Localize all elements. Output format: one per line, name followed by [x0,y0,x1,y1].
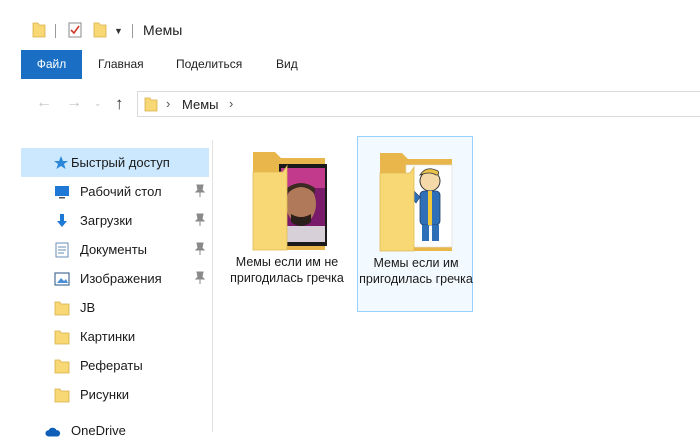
sidebar-item-label: Быстрый доступ [71,155,170,170]
up-arrow-icon[interactable]: ↑ [115,94,124,114]
tab-file[interactable]: Файл [21,50,82,79]
folder-icon[interactable] [32,22,46,38]
sidebar-item-quick-access[interactable]: Быстрый доступ [21,148,209,177]
tab-view[interactable]: Вид [276,50,298,79]
folder-tile[interactable]: Мемы если им пригодилась гречка [357,136,473,312]
sidebar-item-documents[interactable]: Документы [21,235,209,264]
forward-arrow-icon[interactable]: → [66,94,82,112]
tab-share[interactable]: Поделиться [176,50,242,79]
sidebar-item-jb[interactable]: JB [21,293,209,322]
sidebar-item-label: Рефераты [80,358,143,373]
folder-name: Мемы если им не пригодилась гречка [230,255,344,285]
cloud-icon [45,427,61,437]
documents-icon [55,242,69,258]
sidebar-item-label: Загрузки [80,213,133,228]
back-arrow-icon[interactable]: ← [36,94,52,112]
sidebar-item-onedrive[interactable]: OneDrive [21,416,209,445]
sidebar-item-label: Документы [80,242,148,257]
sidebar-item-label: Картинки [80,329,136,344]
sidebar-item-label: Рабочий стол [80,184,162,199]
desktop-icon [55,186,69,199]
pin-icon[interactable] [194,271,206,285]
file-list: Мемы если им не пригодилась гречка Мемы … [213,122,700,432]
folder-icon [54,301,70,316]
breadcrumb-chevron-icon[interactable]: › [166,96,170,111]
folder-icon [379,153,453,252]
folder-icon [54,388,70,403]
folder-tile[interactable]: Мемы если им не пригодилась гречка [229,136,345,312]
customize-toolbar-chevron-icon[interactable]: ▼ [114,26,123,36]
address-bar[interactable]: › Мемы › [137,91,700,117]
sidebar-item-downloads[interactable]: Загрузки [21,206,209,235]
folder-icon [54,330,70,345]
sidebar-item-desktop[interactable]: Рабочий стол [21,177,209,206]
toolbar-separator [132,24,133,38]
sidebar-item-label: OneDrive [71,423,126,438]
folder-icon [54,359,70,374]
sidebar-item-referaty[interactable]: Рефераты [21,351,209,380]
toolbar-separator [55,24,56,38]
sidebar-item-pictures[interactable]: Изображения [21,264,209,293]
sidebar-item-risunki[interactable]: Рисунки [21,380,209,409]
tab-home[interactable]: Главная [98,50,144,79]
sidebar-item-label: Изображения [80,271,162,286]
navigation-bar: ← → ⌄ ↑ › Мемы › [0,86,700,122]
ribbon-tabs: Файл Главная Поделиться Вид [0,50,700,80]
pin-icon[interactable] [194,213,206,227]
title-bar: ▼ Мемы [0,0,700,50]
properties-icon[interactable] [68,22,82,38]
breadcrumb-current[interactable]: Мемы [182,97,219,112]
pictures-icon [54,272,70,286]
man-photo-thumbnail [281,168,325,242]
window-title: Мемы [143,22,183,38]
new-folder-icon[interactable] [93,22,107,38]
download-icon [57,214,67,227]
sidebar-item-label: JB [80,300,96,315]
pin-icon[interactable] [194,184,206,198]
folder-name: Мемы если им пригодилась гречка [359,256,473,286]
breadcrumb-chevron-icon[interactable]: › [229,96,233,111]
folder-icon [144,97,158,112]
pin-icon[interactable] [194,242,206,256]
folder-icon [252,152,327,251]
star-icon [54,156,68,169]
recent-locations-chevron-icon[interactable]: ⌄ [94,98,102,109]
sidebar-item-kartinki[interactable]: Картинки [21,322,209,351]
sidebar-item-label: Рисунки [80,387,130,402]
navigation-pane: Быстрый доступ Рабочий стол Загрузки Док… [0,140,213,438]
